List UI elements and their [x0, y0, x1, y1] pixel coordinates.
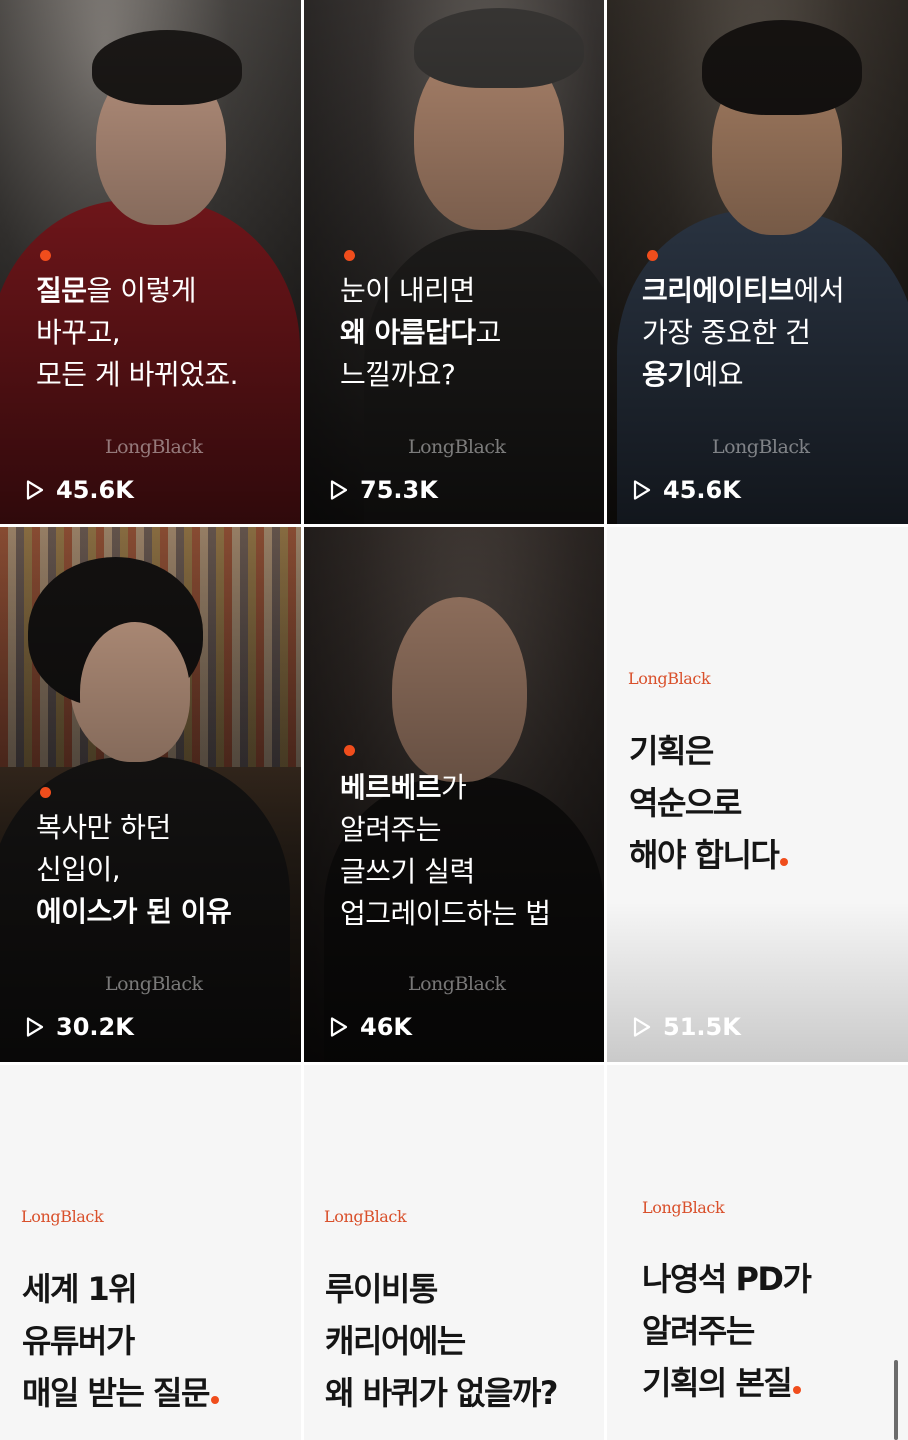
reel-tile-9[interactable]: LongBlack 나영석 PD가 알려주는 기획의 본질	[607, 1065, 908, 1440]
brand-logo: LongBlack	[324, 1207, 407, 1226]
play-icon	[330, 480, 348, 500]
orange-dot-icon	[40, 250, 51, 261]
orange-dot-icon	[344, 745, 355, 756]
play-icon	[633, 1017, 651, 1037]
brand-logo: LongBlack	[642, 1198, 725, 1217]
reel-tile-8[interactable]: LongBlack 루이비통 캐리어에는 왜 바퀴가 없을까?	[304, 1065, 604, 1440]
play-icon	[330, 1017, 348, 1037]
brand-watermark: LongBlack	[408, 436, 506, 458]
brand-watermark: LongBlack	[408, 973, 506, 995]
brand-logo: LongBlack	[628, 669, 711, 688]
reel-title: 세계 1위 유튜버가 매일 받는 질문	[22, 1263, 219, 1419]
brand-watermark: LongBlack	[712, 436, 810, 458]
brand-watermark: LongBlack	[105, 436, 203, 458]
reel-tile-1[interactable]: 질문을 이렇게 바꾸고, 모든 게 바뀌었죠. LongBlack 45.6K	[0, 0, 301, 524]
reel-title: 루이비통 캐리어에는 왜 바퀴가 없을까?	[325, 1270, 558, 1412]
brand-watermark: LongBlack	[105, 973, 203, 995]
orange-dot-icon	[40, 787, 51, 798]
scrollbar[interactable]	[894, 1360, 898, 1440]
reel-tile-5[interactable]: 베르베르가 알려주는 글쓰기 실력 업그레이드하는 법 LongBlack 46…	[304, 527, 604, 1062]
reel-title: 기획은 역순으로 해야 합니다	[629, 725, 789, 881]
view-count: 46K	[326, 1013, 412, 1041]
reel-tile-4[interactable]: 복사만 하던 신입이, 에이스가 된 이유 LongBlack 30.2K	[0, 527, 301, 1062]
reel-tile-3[interactable]: 크리에이티브에서 가장 중요한 건 용기예요 LongBlack 45.6K	[607, 0, 908, 524]
orange-dot-icon	[780, 858, 789, 866]
orange-dot-icon	[344, 250, 355, 261]
view-count: 45.6K	[22, 476, 134, 504]
view-count: 30.2K	[22, 1013, 134, 1041]
view-count: 75.3K	[326, 476, 438, 504]
reel-tile-2[interactable]: 눈이 내리면 왜 아름답다고 느낄까요? LongBlack 75.3K	[304, 0, 604, 524]
reel-title: 복사만 하던 신입이, 에이스가 된 이유	[36, 811, 232, 928]
play-icon	[26, 480, 44, 500]
orange-dot-icon	[210, 1396, 219, 1404]
reel-title: 크리에이티브에서 가장 중요한 건 용기예요	[642, 274, 845, 391]
play-icon	[26, 1017, 44, 1037]
brand-logo: LongBlack	[21, 1207, 104, 1226]
reel-tile-7[interactable]: LongBlack 세계 1위 유튜버가 매일 받는 질문	[0, 1065, 301, 1440]
view-count: 51.5K	[629, 1013, 741, 1041]
reel-title: 질문을 이렇게 바꾸고, 모든 게 바뀌었죠.	[36, 274, 239, 391]
reel-title: 눈이 내리면 왜 아름답다고 느낄까요?	[340, 274, 501, 391]
reels-grid: 질문을 이렇게 바꾸고, 모든 게 바뀌었죠. LongBlack 45.6K …	[0, 0, 908, 1440]
reel-title: 베르베르가 알려주는 글쓰기 실력 업그레이드하는 법	[340, 771, 551, 930]
orange-dot-icon	[647, 250, 658, 261]
reel-tile-6[interactable]: LongBlack 기획은 역순으로 해야 합니다 51.5K	[607, 527, 908, 1062]
orange-dot-icon	[793, 1386, 802, 1394]
view-count: 45.6K	[629, 476, 741, 504]
reel-title: 나영석 PD가 알려주는 기획의 본질	[642, 1260, 812, 1402]
play-icon	[633, 480, 651, 500]
